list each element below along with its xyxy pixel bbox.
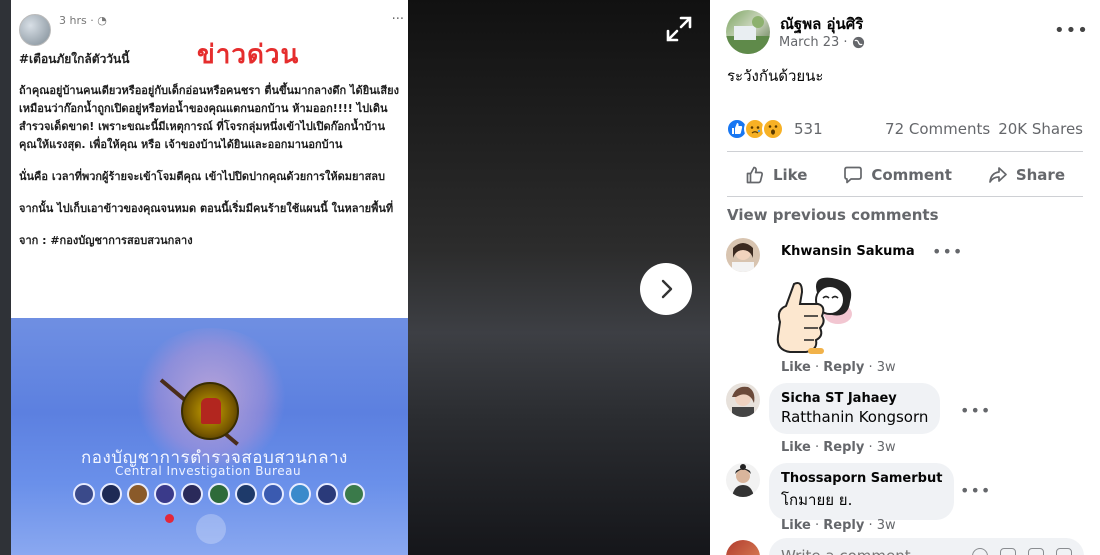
image-paragraph: นั่นคือ เวลาที่พวกผู้ร้ายจะเข้าโจมตีคุณ …	[19, 170, 386, 183]
image-paragraph: จาก : #กองบัญชาการสอบสวนกลาง	[19, 234, 193, 247]
post-date-text: March 23 ·	[779, 35, 848, 50]
comment-reply-link[interactable]: Reply	[823, 360, 864, 375]
chevron-right-icon	[661, 279, 673, 299]
divider	[727, 196, 1083, 197]
image-avatar	[19, 14, 51, 46]
share-button[interactable]: Share	[988, 165, 1065, 185]
post-panel: ณัฐพล อุ่นศิริ March 23 · ••• ระวังกันด้…	[710, 0, 1100, 555]
comment: Sicha ST Jahaey Ratthanin Kongsorn ••• L…	[726, 383, 1086, 458]
comment-bubble: Thossaporn Samerbut โกมายย ย.	[769, 463, 955, 520]
comment: Khwansin Sakuma ••• Like · Reply · 3w	[726, 238, 1086, 378]
unit-badge-icon	[127, 483, 149, 505]
gif-icon[interactable]	[1028, 548, 1044, 555]
comment-text[interactable]: โกมายย ย.	[781, 488, 942, 512]
commenter-name[interactable]: Thossaporn Samerbut	[781, 471, 942, 486]
comment-meta: Like · Reply · 3w	[781, 518, 896, 533]
sticker-icon[interactable]	[1056, 548, 1072, 555]
globe-icon	[852, 36, 864, 49]
wow-reaction-icon	[762, 118, 784, 140]
banner-english-title: Central Investigation Bureau	[115, 464, 302, 478]
comment-menu-icon[interactable]: •••	[960, 401, 991, 420]
unit-badge-icon	[154, 483, 176, 505]
post-menu-icon[interactable]: •••	[1054, 20, 1089, 41]
comment-like-link[interactable]: Like	[781, 440, 811, 455]
unit-badge-icon	[262, 483, 284, 505]
like-label: Like	[772, 166, 808, 184]
post-image[interactable]: 3 hrs · ◔ ··· #เตือนภัยใกล้ตัววันนี้ ข่า…	[11, 0, 408, 555]
author-name[interactable]: ณัฐพล อุ่นศิริ	[780, 12, 863, 36]
commenter-avatar[interactable]	[726, 238, 760, 272]
commenter-name[interactable]: Khwansin Sakuma	[781, 244, 915, 259]
cib-banner: กองบัญชาการตำรวจสอบสวนกลาง Central Inves…	[11, 318, 408, 555]
unit-badge-icon	[181, 483, 203, 505]
unit-badge-icon	[316, 483, 338, 505]
comment-time: 3w	[876, 360, 896, 375]
share-label: Share	[1015, 166, 1066, 184]
police-seal-icon	[181, 382, 239, 440]
post-actions: Like Comment Share	[727, 158, 1083, 192]
expand-icon[interactable]	[664, 14, 694, 44]
image-paragraph: จากนั้น ไปเก็บเอาข้าวของคุณจนหมด ตอนนี้เ…	[19, 202, 394, 215]
comment-time: 3w	[876, 440, 896, 455]
camera-icon[interactable]	[1000, 548, 1016, 555]
comment-menu-icon[interactable]: •••	[960, 481, 991, 500]
sticker-thumbs-up-icon	[768, 270, 858, 360]
image-menu-icon: ···	[391, 12, 404, 27]
red-dot	[165, 514, 174, 523]
comment-reply-link[interactable]: Reply	[823, 440, 864, 455]
comments-count[interactable]: 72 Comments	[885, 120, 990, 138]
comment-button[interactable]: Comment	[843, 165, 952, 185]
image-body-text: ถ้าคุณอยู่บ้านคนเดียวหรืออยู่กับเด็กอ่อน…	[19, 82, 401, 264]
post-stats: 72 Comments 20K Shares	[885, 120, 1083, 138]
comment-label: Comment	[871, 166, 952, 184]
write-comment-row	[726, 536, 1086, 555]
unit-badge-icon	[73, 483, 95, 505]
commenter-avatar[interactable]	[726, 383, 760, 417]
unit-badge-icon	[289, 483, 311, 505]
post-date[interactable]: March 23 ·	[779, 35, 865, 50]
bubble	[196, 514, 226, 544]
comment: Thossaporn Samerbut โกมายย ย. ••• Like ·…	[726, 463, 1086, 533]
shares-count[interactable]: 20K Shares	[998, 120, 1083, 138]
reactions-summary[interactable]: 531	[726, 118, 823, 140]
comment-tools	[972, 548, 1072, 555]
unit-badge-icon	[343, 483, 365, 505]
unit-badges	[73, 483, 365, 505]
current-user-avatar	[726, 540, 760, 555]
comment-like-link[interactable]: Like	[781, 518, 811, 533]
author-avatar[interactable]	[726, 10, 770, 54]
unit-badge-icon	[208, 483, 230, 505]
image-time: 3 hrs · ◔	[59, 14, 107, 27]
post-text: ระวังกันด้วยนะ	[727, 67, 824, 85]
comment-meta: Like · Reply · 3w	[781, 440, 896, 455]
commenter-avatar[interactable]	[726, 463, 760, 497]
unit-badge-icon	[100, 483, 122, 505]
comment-bubble: Sicha ST Jahaey Ratthanin Kongsorn	[769, 383, 941, 434]
image-headline: ข่าวด่วน	[197, 40, 300, 70]
comment-reply-link[interactable]: Reply	[823, 518, 864, 533]
unit-badge-icon	[235, 483, 257, 505]
share-icon	[988, 167, 1007, 183]
next-photo-button[interactable]	[640, 263, 692, 315]
thumbs-up-icon	[746, 166, 763, 184]
divider	[727, 151, 1083, 152]
comment-time: 3w	[876, 518, 896, 533]
photo-viewer: 3 hrs · ◔ ··· #เตือนภัยใกล้ตัววันนี้ ข่า…	[0, 0, 710, 555]
like-button[interactable]: Like	[745, 165, 807, 185]
commenter-name[interactable]: Sicha ST Jahaey	[781, 391, 928, 406]
reaction-count: 531	[794, 120, 823, 138]
view-previous-comments[interactable]: View previous comments	[727, 206, 939, 224]
comment-meta: Like · Reply · 3w	[781, 360, 896, 375]
comment-text[interactable]: Ratthanin Kongsorn	[781, 408, 928, 426]
image-hashtag: #เตือนภัยใกล้ตัววันนี้	[19, 52, 130, 66]
comment-icon	[844, 166, 863, 184]
image-paragraph: ถ้าคุณอยู่บ้านคนเดียวหรืออยู่กับเด็กอ่อน…	[19, 84, 399, 151]
comment-menu-icon[interactable]: •••	[932, 242, 963, 261]
comment-like-link[interactable]: Like	[781, 360, 811, 375]
emoji-icon[interactable]	[972, 548, 988, 555]
